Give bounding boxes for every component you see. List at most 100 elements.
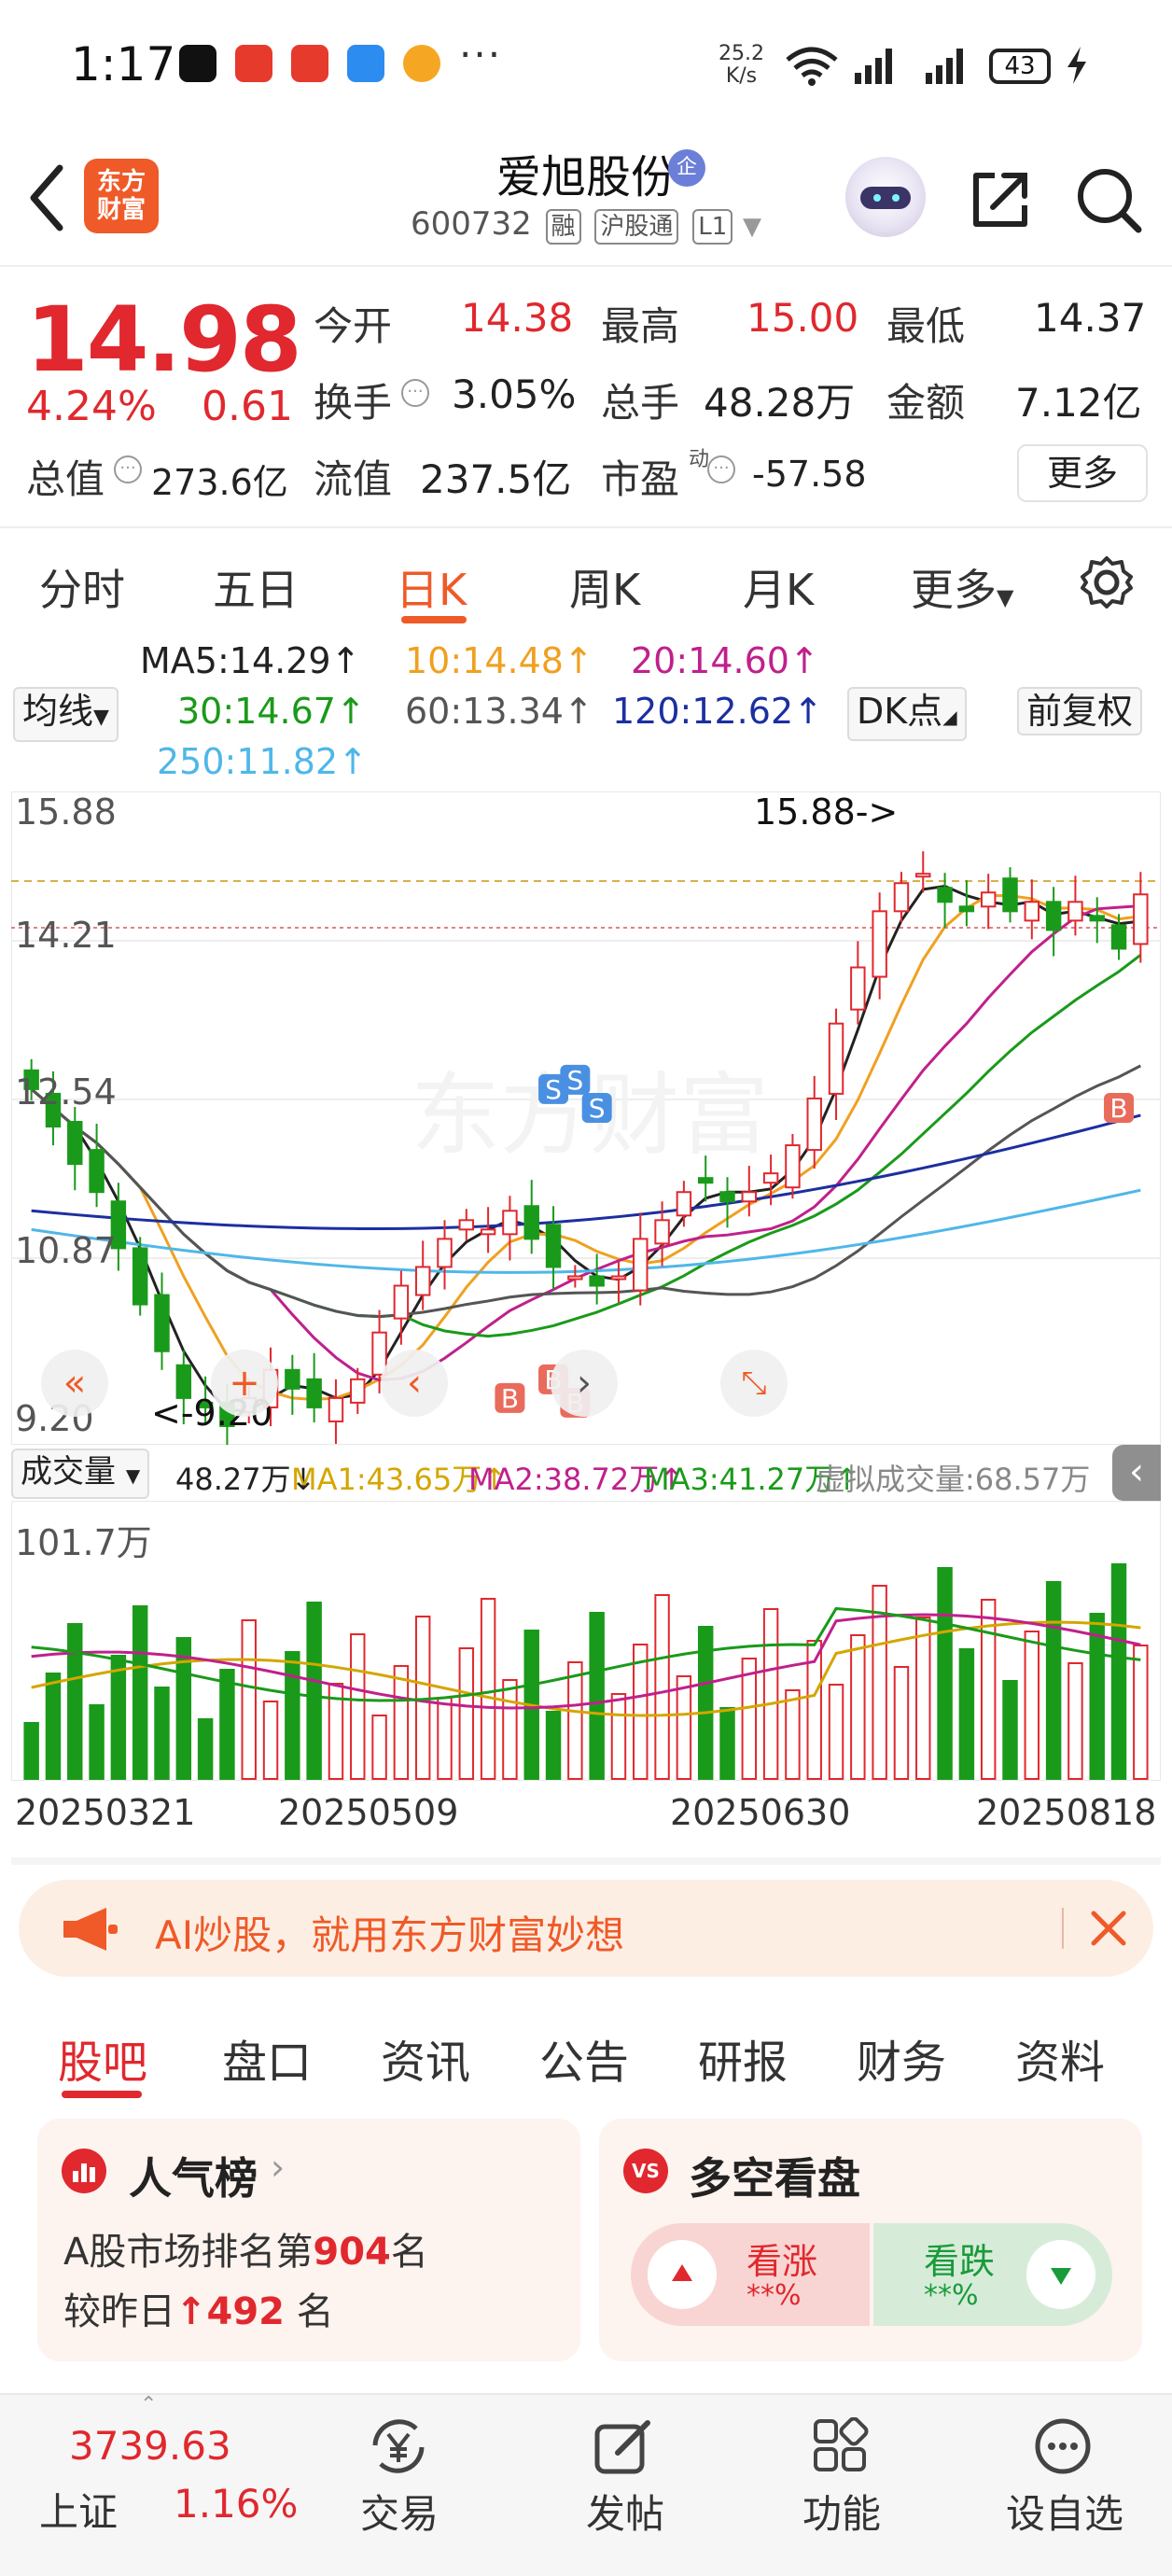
tab-order-book[interactable]: 盘口	[222, 2025, 312, 2091]
chart-period-tabs: 分时 五日 日K 周K 月K 更多▼	[0, 528, 1172, 635]
rewind-icon[interactable]: «	[41, 1350, 108, 1417]
volume-bar	[480, 1598, 496, 1780]
sell-marker-label: S	[566, 1065, 583, 1096]
pe-label: 市盈	[601, 456, 680, 502]
volume-bar	[437, 1697, 453, 1780]
dk-point-selector[interactable]: DK点◢	[847, 687, 967, 741]
low-value: 14.37	[1034, 295, 1147, 341]
index-ticker[interactable]: ⌃ 3739.63 上证 1.16%	[0, 2393, 298, 2576]
up-caret-icon: ⌃	[140, 2393, 158, 2416]
candle-body	[1089, 915, 1105, 922]
collapse-panel-icon[interactable]: ‹	[1112, 1445, 1161, 1501]
candle-body	[393, 1284, 410, 1320]
dropdown-triangle-icon: ▼	[93, 706, 109, 729]
bearish-button[interactable]: 看跌 **%	[873, 2223, 1112, 2326]
volume-selector[interactable]: 成交量 ▼	[11, 1449, 150, 1499]
candle-body	[762, 1172, 779, 1184]
volume-bar	[154, 1687, 170, 1780]
ai-promo-banner[interactable]: AI炒股，就用东方财富妙想	[19, 1880, 1153, 1977]
candle-body	[958, 905, 975, 913]
nav-post[interactable]: 发帖	[573, 2395, 676, 2576]
settings-gear-icon[interactable]	[1079, 554, 1135, 610]
close-icon[interactable]	[1090, 1910, 1127, 1947]
y-axis-label: 14.21	[15, 915, 117, 956]
info-icon[interactable]: ···	[707, 455, 735, 483]
candle-body	[437, 1238, 453, 1268]
tab-guba[interactable]: 股吧	[58, 2025, 147, 2091]
chevron-right-icon: ›	[271, 2147, 286, 2188]
volume-bar	[132, 1605, 148, 1780]
more-notifications-icon: ···	[459, 32, 503, 77]
ma250-value: 250:11.82↑	[157, 741, 368, 782]
tab-monthly-k[interactable]: 月K	[743, 556, 814, 618]
kline-chart[interactable]: 东方财富 SSSBBBB 15.88 14.21 12.54 10.87 9.2…	[11, 791, 1161, 1445]
volume-bar	[1067, 1662, 1083, 1780]
candle-body	[610, 1275, 627, 1281]
index-name: 上证	[39, 2489, 119, 2535]
nav-trade[interactable]: 交易	[347, 2395, 450, 2576]
tab-intraday[interactable]: 分时	[39, 556, 125, 618]
candle-body	[893, 882, 910, 913]
bearish-value: **%	[924, 2279, 979, 2312]
bullish-button[interactable]: 看涨 **%	[631, 2223, 870, 2326]
next-icon[interactable]: ›	[551, 1350, 618, 1417]
candle-body	[1024, 901, 1040, 922]
app-notification-icon	[291, 45, 328, 82]
info-icon[interactable]: ···	[401, 379, 429, 407]
enterprise-badge: 企	[668, 149, 705, 187]
tab-finance[interactable]: 财务	[857, 2025, 946, 2091]
bearish-label: 看跌	[924, 2241, 996, 2282]
fullscreen-icon[interactable]: ⤡	[720, 1350, 788, 1417]
volume-chart[interactable]: 101.7万	[11, 1501, 1161, 1781]
ma-legend: MA5:14.29↑ 10:14.48↑ 20:14.60↑ 均线▼ 30:14…	[0, 637, 1172, 786]
share-icon[interactable]	[967, 166, 1034, 233]
more-button[interactable]: 更多	[1017, 444, 1148, 502]
open-value: 14.38	[461, 295, 574, 341]
volume-bar	[175, 1637, 192, 1780]
divider	[1062, 1908, 1064, 1949]
tab-weekly-k[interactable]: 周K	[569, 556, 640, 618]
tab-daily-k[interactable]: 日K	[396, 556, 467, 618]
index-change: 1.16%	[174, 2481, 299, 2527]
zoom-in-icon[interactable]: +	[211, 1350, 278, 1417]
more-circle-icon	[1035, 2418, 1091, 2474]
high-value: 15.00	[746, 295, 859, 341]
divider	[11, 1857, 1161, 1865]
sell-marker: S	[581, 1092, 612, 1124]
ma-selector[interactable]: 均线▼	[13, 687, 119, 742]
volume-bar	[1002, 1680, 1018, 1780]
volume-bar	[262, 1701, 279, 1780]
nav-function[interactable]: 功能	[789, 2395, 892, 2576]
edit-post-icon	[594, 2420, 650, 2474]
popularity-card[interactable]: 人气榜 › A股市场排名第904名 较昨日↑492 名	[37, 2119, 580, 2361]
battery-icon: 43	[989, 49, 1051, 84]
tab-news[interactable]: 资讯	[381, 2025, 470, 2091]
status-bar: 1:17 ··· 25.2 K/s 43	[0, 0, 1172, 131]
tab-five-day[interactable]: 五日	[213, 556, 299, 618]
prev-icon[interactable]: ‹	[381, 1350, 448, 1417]
rank-change-line: 较昨日↑492 名	[63, 2290, 334, 2333]
tab-more[interactable]: 更多▼	[911, 556, 1013, 618]
tab-profile[interactable]: 资料	[1015, 2025, 1105, 2091]
adjust-selector[interactable]: 前复权	[1017, 687, 1143, 735]
volume-label: 总手	[601, 380, 680, 426]
kline-canvas: 东方财富 SSSBBBB	[11, 791, 1161, 1445]
tab-research[interactable]: 研报	[698, 2025, 788, 2091]
volume-bar	[828, 1684, 844, 1780]
status-time: 1:17	[71, 37, 176, 91]
info-icon[interactable]: ···	[114, 455, 142, 483]
stock-code: 600732	[410, 205, 532, 243]
sell-marker: S	[560, 1064, 591, 1096]
stock-header: 东方 财富 爱旭股份 企 600732 融 沪股通 L1 ▼	[0, 131, 1172, 266]
volume-bar	[654, 1594, 670, 1780]
tab-announcements[interactable]: 公告	[539, 2025, 629, 2091]
virtual-volume: 虚拟成交量:68.57万	[816, 1462, 1091, 1497]
volume-legend: 成交量 ▼ 48.27万↓ MA1:43.65万↑ MA2:38.72万↑ MA…	[0, 1445, 1172, 1501]
open-label: 今开	[314, 303, 393, 349]
ai-assistant-avatar[interactable]	[845, 157, 926, 237]
index-value: 3739.63	[69, 2423, 231, 2469]
search-icon[interactable]	[1073, 164, 1144, 235]
nav-add-watchlist[interactable]: 设自选	[998, 2395, 1129, 2576]
ma10-value: 10:14.48↑	[405, 640, 593, 681]
sell-marker-label: S	[589, 1093, 606, 1124]
